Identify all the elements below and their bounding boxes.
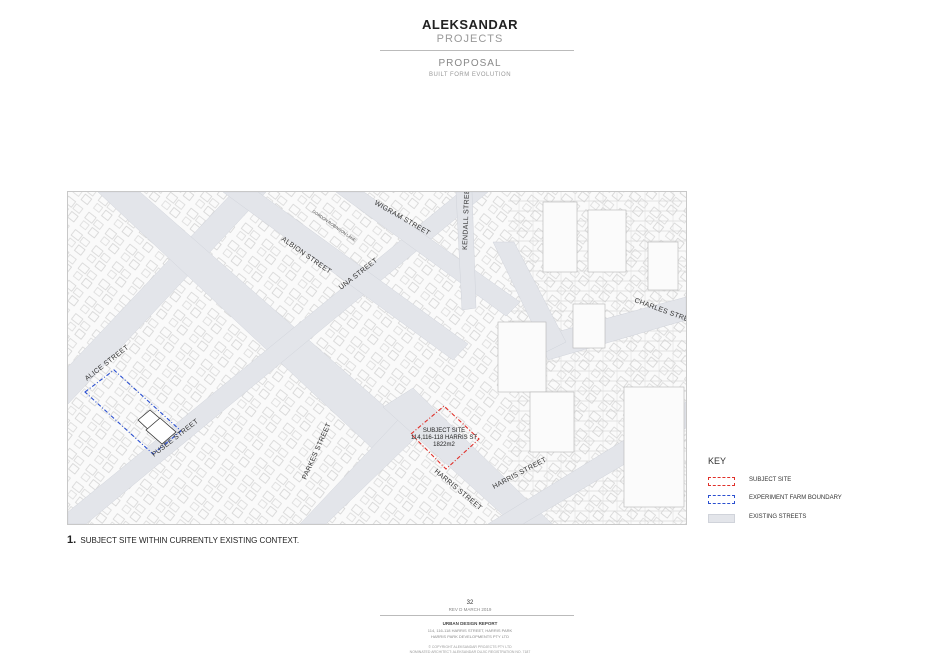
tower-6 bbox=[572, 303, 606, 349]
subject-site-label-2: 114,116-118 HARRIS ST bbox=[411, 435, 477, 441]
page-number: 32 bbox=[466, 600, 474, 606]
key-label: EXPERIMENT FARM BOUNDARY bbox=[749, 495, 842, 501]
tower-4 bbox=[497, 321, 547, 393]
subject-site-label-3: 1822m2 bbox=[433, 442, 455, 448]
section-title: PROPOSAL bbox=[438, 58, 502, 69]
tower-2 bbox=[542, 201, 578, 273]
key-label: EXISTING STREETS bbox=[749, 514, 807, 520]
tower-5 bbox=[623, 386, 685, 508]
map-drawing: SUBJECT SITE 114,116-118 HARRIS ST 1822m… bbox=[68, 192, 686, 524]
brand-subtitle: PROJECTS bbox=[436, 33, 504, 45]
existing-streets-swatch bbox=[708, 514, 735, 523]
nominated-architect: NOMINATED ARCHITECT: ALEKSANDAR DUJIC RE… bbox=[409, 650, 531, 654]
report-client: HARRIS PARK DEVELOPMENTS PTY LTD bbox=[430, 634, 510, 639]
caption-text: SUBJECT SITE WITHIN CURRENTLY EXISTING C… bbox=[80, 536, 300, 545]
key-label: SUBJECT SITE bbox=[749, 477, 792, 483]
subject-site-label-1: SUBJECT SITE bbox=[423, 428, 465, 434]
subject-site-swatch bbox=[708, 477, 735, 486]
tower-1 bbox=[587, 209, 627, 273]
context-map: SUBJECT SITE 114,116-118 HARRIS ST 1822m… bbox=[67, 191, 687, 525]
tower-3 bbox=[647, 241, 679, 291]
key-title: KEY bbox=[708, 456, 727, 466]
figure-caption: 1. SUBJECT SITE WITHIN CURRENTLY EXISTIN… bbox=[67, 534, 299, 546]
caption-number: 1. bbox=[67, 534, 77, 546]
revision: REV D MARCH 2019 bbox=[448, 607, 492, 612]
report-address: 114, 116-118 HARRIS STREET, HARRIS PARK bbox=[427, 628, 513, 633]
header-divider bbox=[380, 50, 574, 51]
farm-boundary-swatch bbox=[708, 495, 735, 504]
section-subtitle: BUILT FORM EVOLUTION bbox=[428, 72, 512, 78]
brand-title: ALEKSANDAR bbox=[422, 17, 518, 32]
report-title: URBAN DESIGN REPORT bbox=[442, 621, 498, 626]
tower-7 bbox=[529, 391, 575, 453]
footer-divider bbox=[380, 615, 574, 616]
copyright: © COPYRIGHT ALEKSANDAR PROJECTS PTY LTD bbox=[428, 645, 512, 649]
